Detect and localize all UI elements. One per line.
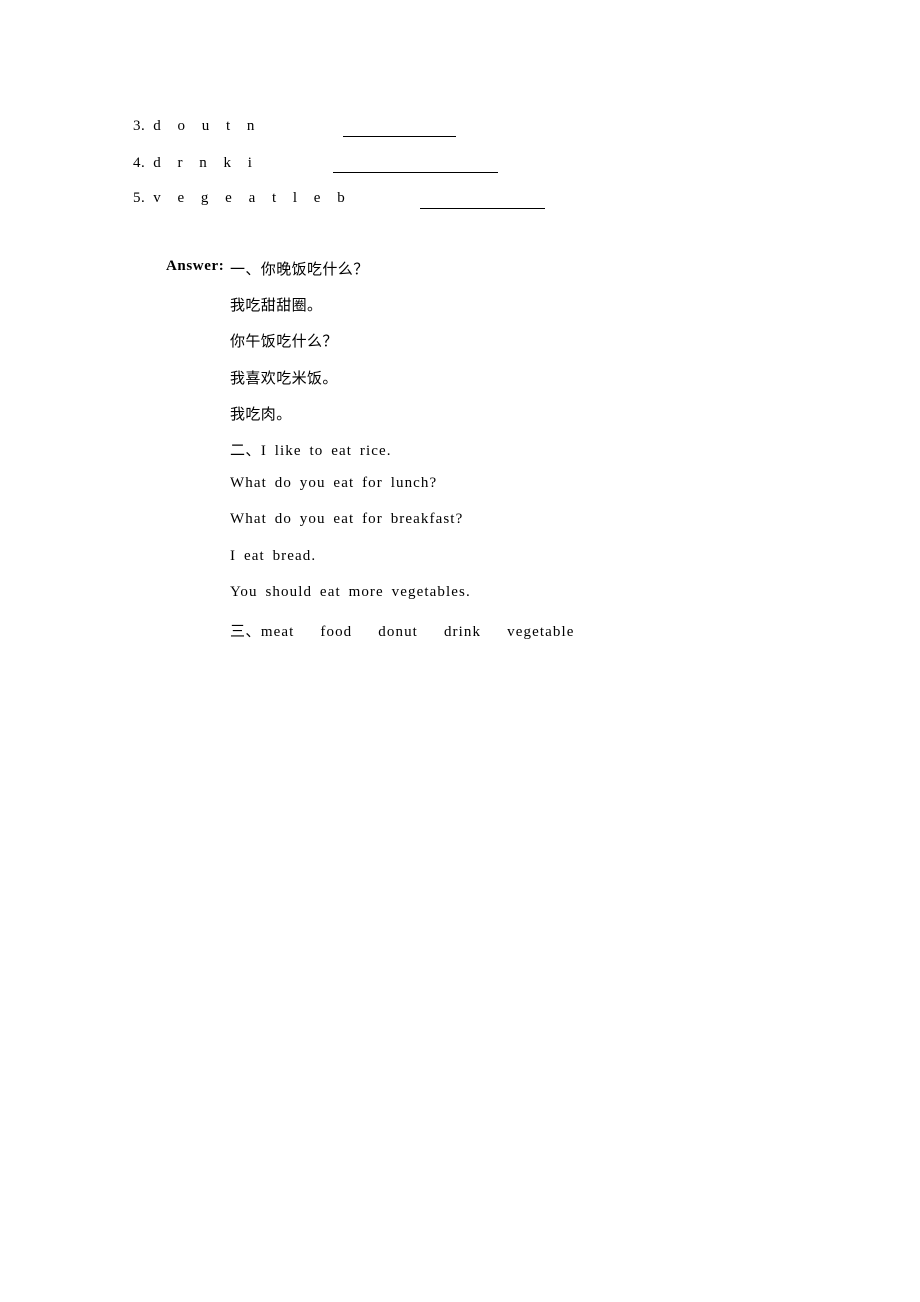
answer-row: 我喜欢吃米饭。: [0, 367, 920, 403]
answer-row: Answer: 一、你晚饭吃什么？: [0, 258, 920, 294]
answer-text: 你午饭吃什么？: [230, 334, 338, 351]
scramble-answer-blank[interactable]: [420, 208, 545, 209]
answer-text: I eat bread.: [230, 547, 317, 564]
answer-row: You should eat more vegetables.: [0, 584, 920, 620]
answer-text: 我吃肉。: [230, 406, 292, 423]
scramble-item-number: 5.: [133, 190, 146, 206]
scramble-answer-blank[interactable]: [343, 136, 456, 137]
answer-word-list: 三、meat food donut drink vegetable: [230, 620, 575, 641]
word-list-item: donut: [378, 623, 418, 640]
answer-key-block: Answer: 一、你晚饭吃什么？ 我吃甜甜圈。 你午饭吃什么？ 我喜欢吃米饭。…: [0, 258, 920, 656]
answer-text: 我吃甜甜圈。: [230, 298, 323, 315]
word-list-item: drink: [443, 623, 482, 640]
answer-row: 我吃肉。: [0, 403, 920, 439]
answer-label: Answer:: [166, 258, 225, 274]
answer-row: What do you eat for breakfast?: [0, 511, 920, 547]
scramble-item: 3. d o u t n: [133, 118, 261, 142]
word-list-item: meat: [260, 623, 295, 640]
word-list-item: food: [320, 623, 353, 640]
scramble-item-number: 3.: [133, 118, 146, 134]
worksheet-page: 3. d o u t n 4. d r n k i 5. v e g e a t…: [0, 0, 920, 1302]
answer-row: 我吃甜甜圈。: [0, 294, 920, 330]
answer-row: What do you eat for lunch?: [0, 475, 920, 511]
answer-text: 我喜欢吃米饭。: [230, 370, 338, 387]
answer-text: 二、I like to eat rice.: [230, 439, 392, 460]
answer-sentence: I like to eat rice.: [260, 442, 392, 459]
scramble-item-letters: d r n k i: [153, 155, 259, 171]
answer-row: I eat bread.: [0, 548, 920, 584]
scramble-item: 4. d r n k i: [133, 155, 258, 179]
scramble-item-letters: v e g e a t l e b: [153, 190, 352, 206]
scramble-item-number: 4.: [133, 155, 146, 171]
answer-text: You should eat more vegetables.: [230, 583, 471, 600]
answer-text: What do you eat for lunch?: [230, 475, 438, 492]
answer-row: 三、meat food donut drink vegetable: [0, 620, 920, 656]
scramble-item-letters: d o u t n: [153, 118, 261, 134]
answer-row: 你午饭吃什么？: [0, 330, 920, 366]
answer-text: What do you eat for breakfast?: [230, 511, 464, 528]
scramble-item: 5. v e g e a t l e b: [133, 190, 351, 214]
answer-row: 二、I like to eat rice.: [0, 439, 920, 475]
scramble-answer-blank[interactable]: [333, 172, 498, 173]
word-list-item: vegetable: [507, 623, 575, 640]
answer-text: 一、你晚饭吃什么？: [230, 262, 369, 278]
section-marker: 三、: [230, 623, 261, 640]
section-marker: 二、: [230, 442, 261, 459]
